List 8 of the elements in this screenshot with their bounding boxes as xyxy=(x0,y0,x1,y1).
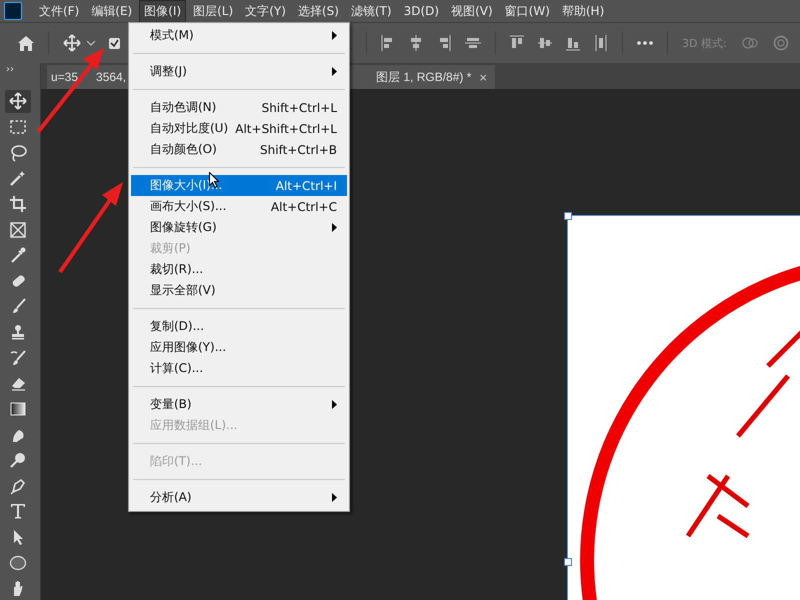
tab-title: u=35 xyxy=(51,70,78,84)
shortcut-label: Shift+Ctrl+L xyxy=(262,100,337,114)
shortcut-label: Alt+Shift+Ctrl+L xyxy=(235,122,337,136)
tab-title: 图层 1, RGB/8#) * xyxy=(376,68,472,86)
shortcut-label: Alt+Ctrl+C xyxy=(270,200,337,214)
shortcut-label: Shift+Ctrl+B xyxy=(260,142,337,156)
shortcut-label: Alt+Ctrl+I xyxy=(276,178,337,192)
tab-title: 3564, xyxy=(96,70,126,84)
